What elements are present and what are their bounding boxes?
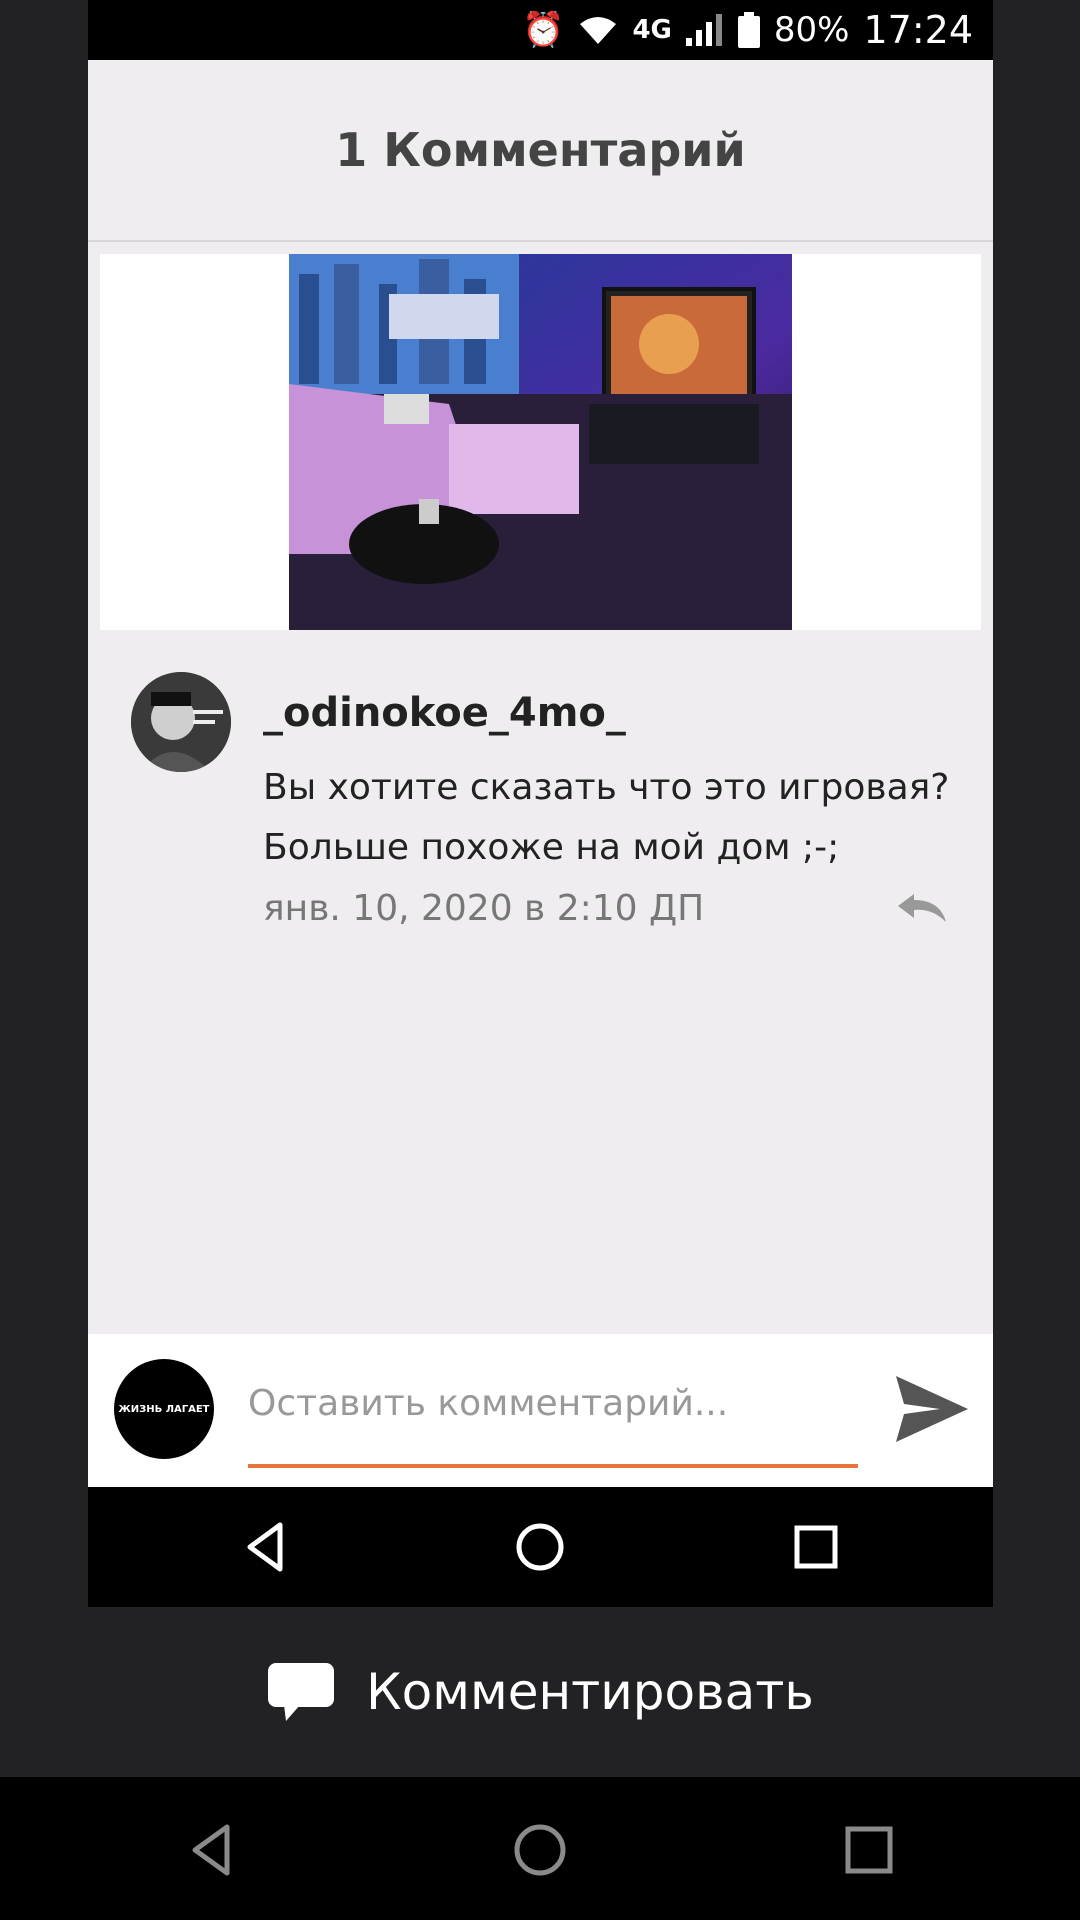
comment-action-label: Комментировать xyxy=(366,1663,814,1721)
page-title: 1 Комментарий xyxy=(335,123,746,177)
phone-nav-bar xyxy=(88,1487,993,1607)
home-icon[interactable] xyxy=(510,1517,570,1577)
system-nav-bar xyxy=(0,1777,1080,1920)
battery-percent: 80% xyxy=(773,10,850,50)
avatar[interactable] xyxy=(131,672,231,772)
comment-input[interactable] xyxy=(248,1372,858,1434)
chat-bubble-icon xyxy=(268,1663,335,1721)
comment-input-bar: ЖИЗНЬ ЛАГАЕТ xyxy=(88,1334,993,1487)
comment: _odinokoe_4mo_ Вы хотите сказать что это… xyxy=(88,670,993,950)
comment-text: Вы хотите сказать что это игровая? Больш… xyxy=(263,767,950,868)
signal-icon xyxy=(685,14,722,46)
reply-icon[interactable] xyxy=(896,892,948,924)
battery-icon xyxy=(737,12,760,48)
status-bar: ⏰ 4G 80% 17:24 xyxy=(88,0,993,60)
post-card xyxy=(100,254,981,630)
wifi-icon xyxy=(580,17,617,44)
recents-icon[interactable] xyxy=(786,1517,846,1577)
system-back-icon[interactable] xyxy=(181,1819,243,1881)
status-time: 17:24 xyxy=(863,8,973,52)
alarm-icon: ⏰ xyxy=(522,10,565,50)
send-icon[interactable] xyxy=(894,1374,970,1444)
phone-screen: ⏰ 4G 80% 17:24 1 Комментарий _odinokoe_4… xyxy=(88,0,993,1607)
input-underline xyxy=(248,1464,858,1468)
system-home-icon[interactable] xyxy=(509,1819,571,1881)
post-image[interactable] xyxy=(289,254,792,630)
header: 1 Комментарий xyxy=(88,60,993,242)
system-recents-icon[interactable] xyxy=(838,1819,900,1881)
network-type: 4G xyxy=(632,15,672,45)
comment-action-button[interactable]: Комментировать xyxy=(0,1607,1080,1777)
comment-timestamp: янв. 10, 2020 в 2:10 ДП xyxy=(263,888,705,929)
back-icon[interactable] xyxy=(236,1517,296,1577)
user-avatar: ЖИЗНЬ ЛАГАЕТ xyxy=(114,1359,214,1459)
status-icons: ⏰ 4G 80% 17:24 xyxy=(522,0,973,60)
comment-username[interactable]: _odinokoe_4mo_ xyxy=(263,690,626,736)
